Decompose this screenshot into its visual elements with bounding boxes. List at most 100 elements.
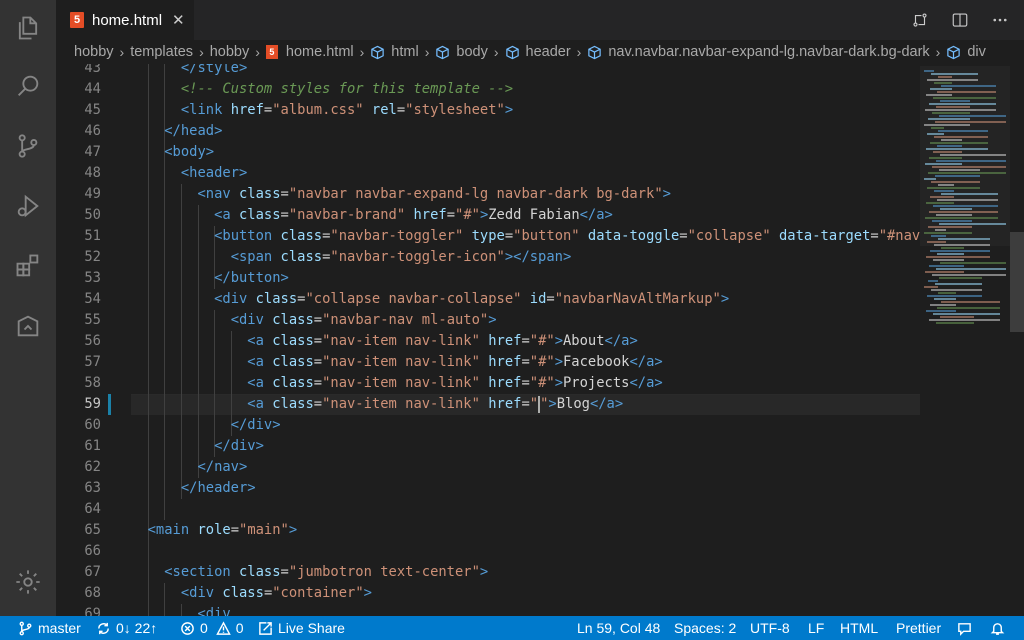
extensions-icon[interactable]	[12, 250, 44, 282]
notifications-bell-icon[interactable]	[990, 621, 1010, 636]
code-line[interactable]: 50 <a class="navbar-brand" href="#">Zedd…	[56, 205, 920, 226]
line-number: 64	[84, 501, 101, 517]
code-line[interactable]: 64	[56, 499, 920, 520]
minimap-line	[940, 100, 970, 102]
code-text: <a class="navbar-brand" href="#">Zedd Fa…	[214, 207, 613, 223]
code-text: </button>	[214, 270, 289, 286]
breadcrumb-item[interactable]: div	[967, 44, 986, 60]
source-control-icon[interactable]	[12, 130, 44, 162]
minimap[interactable]	[920, 64, 1024, 616]
code-line[interactable]: 60 </div>	[56, 415, 920, 436]
minimap-line	[926, 94, 952, 96]
minimap-line	[936, 322, 974, 324]
line-number: 56	[84, 333, 101, 349]
encoding-status[interactable]: UTF-8	[750, 620, 790, 636]
breadcrumb-item[interactable]: body	[456, 44, 487, 60]
code-line[interactable]: 43 </style>	[56, 64, 920, 79]
minimap-line	[928, 280, 938, 282]
editor-actions	[910, 10, 1010, 30]
minimap-line	[932, 220, 972, 222]
code-line[interactable]: 49 <nav class="navbar navbar-expand-lg n…	[56, 184, 920, 205]
code-line[interactable]: 65 <main role="main">	[56, 520, 920, 541]
code-line[interactable]: 51 <button class="navbar-toggler" type="…	[56, 226, 920, 247]
cursor-position[interactable]: Ln 59, Col 48	[577, 620, 660, 636]
code-line[interactable]: 62 </nav>	[56, 457, 920, 478]
vertical-scrollbar[interactable]	[1010, 232, 1024, 332]
code-line[interactable]: 53 </button>	[56, 268, 920, 289]
line-number: 50	[84, 207, 101, 223]
code-editor[interactable]: 43 </style> 44 <!-- Custom styles for thi…	[56, 64, 920, 616]
minimap-line	[927, 187, 980, 189]
split-editor-icon[interactable]	[950, 10, 970, 30]
code-text: <header>	[180, 165, 248, 181]
minimap-line	[933, 205, 998, 207]
code-line[interactable]: 69 <div	[56, 604, 920, 616]
code-line[interactable]: 58 <a class="nav-item nav-link" href="#"…	[56, 373, 920, 394]
minimap-line	[924, 70, 934, 72]
sync-status[interactable]: 0↓ 22↑	[96, 620, 157, 636]
warning-count: 0	[235, 620, 244, 636]
breadcrumb-item[interactable]: hobby	[74, 44, 114, 60]
code-line[interactable]: 61 </div>	[56, 436, 920, 457]
feedback-icon[interactable]	[957, 621, 977, 636]
live-share-button[interactable]: Live Share	[258, 620, 345, 636]
problems-status[interactable]: 0 0	[180, 620, 244, 636]
search-icon[interactable]	[12, 70, 44, 102]
breadcrumb-separator: ›	[576, 44, 582, 60]
code-line[interactable]: 66	[56, 541, 920, 562]
code-line[interactable]: 63 </header>	[56, 478, 920, 499]
code-line[interactable]: 46 </head>	[56, 121, 920, 142]
language-mode[interactable]: HTML	[840, 620, 878, 636]
minimap-line	[926, 310, 956, 312]
indentation-status[interactable]: Spaces: 2	[674, 620, 736, 636]
code-line[interactable]: 67 <section class="jumbotron text-center…	[56, 562, 920, 583]
more-actions-icon[interactable]	[990, 10, 1010, 30]
breadcrumb-item[interactable]: nav.navbar.navbar-expand-lg.navbar-dark.…	[608, 44, 929, 60]
code-line[interactable]: 56 <a class="nav-item nav-link" href="#"…	[56, 331, 920, 352]
error-count: 0	[200, 620, 208, 636]
minimap-line	[932, 112, 970, 114]
tab-home-html[interactable]: 5 home.html ✕	[56, 0, 194, 40]
minimap-line	[931, 127, 944, 129]
run-debug-icon[interactable]	[12, 190, 44, 222]
breadcrumb-item[interactable]: header	[526, 44, 571, 60]
code-line[interactable]: 54 <div class="collapse navbar-collapse"…	[56, 289, 920, 310]
remote-explorer-icon[interactable]	[12, 310, 44, 342]
code-line[interactable]: 68 <div class="container">	[56, 583, 920, 604]
minimap-line	[930, 142, 988, 144]
close-icon[interactable]: ✕	[172, 11, 185, 29]
minimap-line	[930, 196, 954, 198]
code-line[interactable]: 55 <div class="navbar-nav ml-auto">	[56, 310, 920, 331]
minimap-line	[937, 307, 1000, 309]
code-text: <div	[197, 606, 231, 616]
minimap-slider[interactable]	[920, 66, 1010, 246]
code-line[interactable]: 47 <body>	[56, 142, 920, 163]
code-line[interactable]: 44 <!-- Custom styles for this template …	[56, 79, 920, 100]
breadcrumb-item[interactable]: html	[391, 44, 418, 60]
minimap-line	[927, 241, 946, 243]
explorer-icon[interactable]	[12, 12, 44, 44]
code-line[interactable]: 59 <a class="nav-item nav-link" href=" ">…	[56, 394, 920, 415]
symbol-element-icon	[587, 45, 602, 60]
minimap-line	[939, 223, 1006, 225]
minimap-line	[933, 313, 1000, 315]
settings-gear-icon[interactable]	[12, 566, 44, 598]
minimap-line	[941, 247, 964, 249]
code-line[interactable]: 45 <link href="album.css" rel="styleshee…	[56, 100, 920, 121]
branch-status[interactable]: master	[18, 620, 81, 636]
breadcrumb-item[interactable]: hobby	[210, 44, 250, 60]
code-line[interactable]: 52 <span class="navbar-toggler-icon"></s…	[56, 247, 920, 268]
code-line[interactable]: 57 <a class="nav-item nav-link" href="#"…	[56, 352, 920, 373]
eol-status[interactable]: LF	[808, 620, 824, 636]
minimap-line	[940, 154, 1006, 156]
formatter-status[interactable]: Prettier	[896, 620, 941, 636]
code-line[interactable]: 48 <header>	[56, 163, 920, 184]
line-number: 52	[84, 249, 101, 265]
minimap-line	[941, 85, 996, 87]
breadcrumb-item[interactable]: home.html	[286, 44, 354, 60]
breadcrumb-item[interactable]: templates	[130, 44, 193, 60]
line-number: 49	[84, 186, 101, 202]
branch-name: master	[38, 620, 81, 636]
minimap-line	[934, 244, 990, 246]
open-changes-icon[interactable]	[910, 10, 930, 30]
